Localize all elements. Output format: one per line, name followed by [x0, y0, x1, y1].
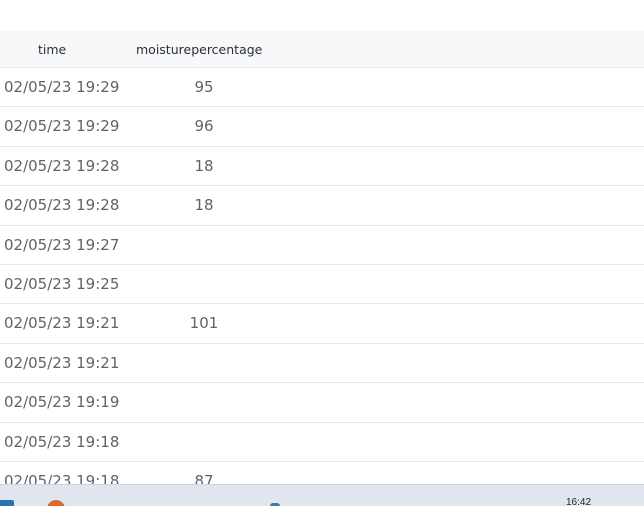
- time-cell: 02/05/23 19:21: [4, 314, 120, 333]
- table-row[interactable]: 02/05/23 19:21 101: [0, 304, 644, 344]
- moisture-cell: 18: [194, 196, 214, 215]
- moisture-cell: 18: [194, 156, 214, 175]
- table-row[interactable]: 02/05/23 19:21: [0, 344, 644, 384]
- table-row[interactable]: 02/05/23 19:29 95: [0, 68, 644, 108]
- time-cell: 02/05/23 19:25: [4, 274, 120, 293]
- moisture-cell: 87: [194, 471, 214, 484]
- table-body: 02/05/23 19:29 95 02/05/23 19:29 96 02/0…: [0, 68, 644, 484]
- time-cell: 02/05/23 19:19: [4, 393, 120, 412]
- moisture-cell: [174, 344, 234, 383]
- table-row[interactable]: 02/05/23 19:28 18: [0, 186, 644, 226]
- table-header: time moisturepercentage: [0, 31, 644, 68]
- time-cell: 02/05/23 19:29: [4, 78, 120, 96]
- data-table-view: time moisturepercentage 02/05/23 19:29 9…: [0, 0, 644, 506]
- moisture-cell: [174, 383, 234, 422]
- time-cell: 02/05/23 19:21: [4, 353, 120, 372]
- top-area: [0, 0, 644, 31]
- moisture-cell: 95: [194, 78, 214, 96]
- time-cell: 02/05/23 19:18: [4, 471, 120, 484]
- moisture-cell: [174, 265, 234, 304]
- time-cell: 02/05/23 19:29: [4, 117, 120, 136]
- table-row[interactable]: 02/05/23 19:19: [0, 383, 644, 423]
- table-row[interactable]: 02/05/23 19:27: [0, 226, 644, 265]
- windows-start-icon[interactable]: [0, 500, 14, 506]
- moisture-cell: 96: [194, 117, 214, 136]
- taskbar: 16:42: [0, 484, 644, 506]
- moisture-cell: 101: [189, 314, 219, 333]
- column-header-time[interactable]: time: [38, 31, 66, 68]
- moisture-cell: [174, 226, 234, 265]
- table-row[interactable]: 02/05/23 19:29 96: [0, 107, 644, 147]
- time-cell: 02/05/23 19:28: [4, 196, 120, 215]
- time-cell: 02/05/23 19:27: [4, 235, 120, 254]
- column-header-moisture[interactable]: moisturepercentage: [136, 31, 262, 68]
- taskbar-clock[interactable]: 16:42: [566, 497, 591, 506]
- table-row[interactable]: 02/05/23 19:25: [0, 265, 644, 305]
- moisture-cell: [174, 423, 234, 462]
- time-cell: 02/05/23 19:18: [4, 432, 120, 451]
- table-row[interactable]: 02/05/23 19:18: [0, 423, 644, 462]
- table-row[interactable]: 02/05/23 19:28 18: [0, 147, 644, 187]
- browser-icon[interactable]: [47, 500, 65, 506]
- time-cell: 02/05/23 19:28: [4, 156, 120, 175]
- table-row[interactable]: 02/05/23 19:18 87: [0, 462, 644, 484]
